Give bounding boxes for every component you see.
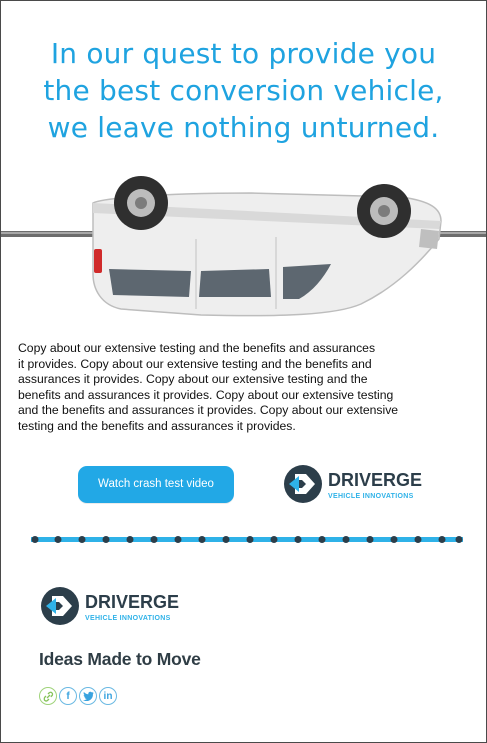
upside-down-van-image	[1, 176, 486, 317]
brand-subtitle: VEHICLE INNOVATIONS	[328, 493, 414, 500]
headline: In our quest to provide you the best con…	[1, 35, 486, 146]
email-page: In our quest to provide you the best con…	[0, 0, 487, 743]
driverge-footer-logo[interactable]: DRIVERGE VEHICLE INNOVATIONS	[39, 584, 199, 628]
brand-subtitle: VEHICLE INNOVATIONS	[85, 615, 171, 622]
body-copy: Copy about our extensive testing and the…	[18, 341, 486, 435]
link-icon[interactable]	[39, 687, 57, 705]
facebook-icon[interactable]: f	[59, 687, 77, 705]
body-copy-line: assurances it provides. Copy about our e…	[18, 372, 368, 387]
brand-name: DRIVERGE	[85, 592, 179, 612]
social-links: f in	[39, 687, 117, 707]
twitter-icon[interactable]	[79, 687, 97, 705]
dotted-divider	[31, 536, 463, 543]
headline-line: In our quest to provide you	[50, 37, 437, 70]
headline-line: the best conversion vehicle,	[43, 74, 444, 107]
watch-crash-test-video-button[interactable]: Watch crash test video	[78, 466, 234, 503]
driverge-logo[interactable]: DRIVERGE VEHICLE INNOVATIONS	[282, 462, 442, 506]
headline-line: we leave nothing unturned.	[47, 111, 440, 144]
body-copy-line: Copy about our extensive testing and the…	[18, 341, 376, 355]
body-copy-line: and the benefits and assurances it provi…	[18, 403, 399, 418]
driverge-logo-icon	[284, 465, 322, 503]
brand-name: DRIVERGE	[328, 470, 422, 490]
body-copy-line: it provides. Copy about our extensive te…	[18, 356, 372, 371]
body-copy-line: benefits and assurances it provides. Cop…	[18, 387, 394, 402]
linkedin-icon[interactable]: in	[99, 687, 117, 705]
footer-tagline: Ideas Made to Move	[39, 649, 201, 669]
body-copy-line: testing and the benefits and assurances …	[18, 418, 296, 433]
driverge-logo-icon	[41, 587, 79, 625]
